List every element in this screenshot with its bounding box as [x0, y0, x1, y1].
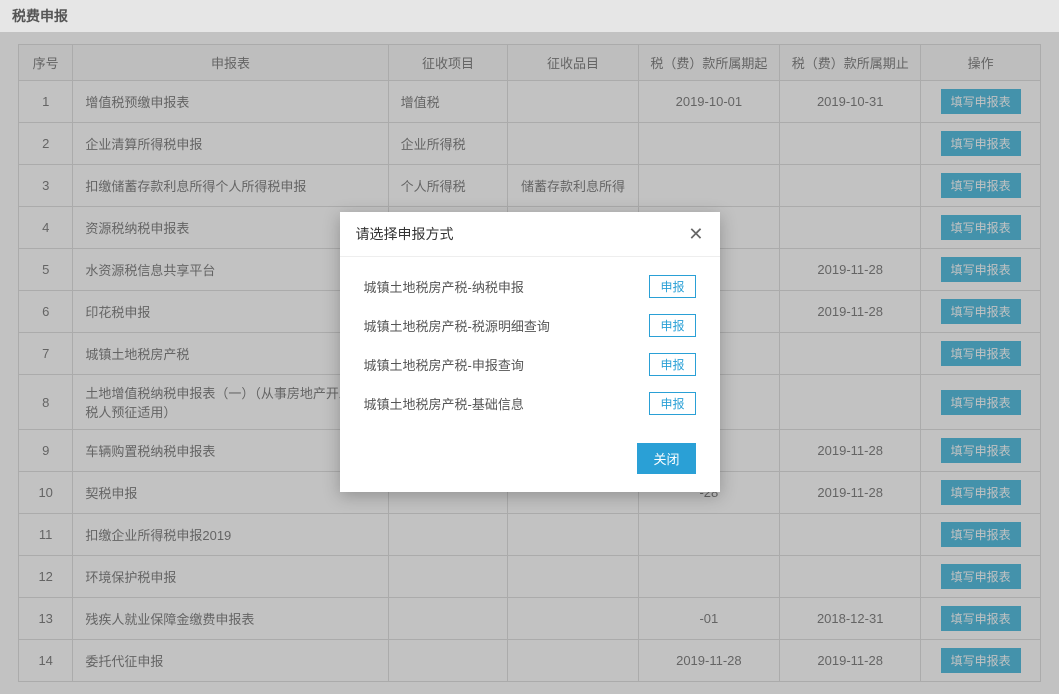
modal-option-label: 城镇土地税房产税-纳税申报: [364, 277, 524, 296]
apply-button[interactable]: 申报: [649, 392, 695, 415]
modal-option-label: 城镇土地税房产税-申报查询: [364, 355, 524, 374]
content-area: 序号 申报表 征收项目 征收品目 税（费）款所属期起 税（费）款所属期止 操作 …: [0, 32, 1059, 694]
modal-option-row: 城镇土地税房产税-税源明细查询 申报: [364, 314, 696, 337]
modal-option-row: 城镇土地税房产税-纳税申报 申报: [364, 275, 696, 298]
apply-button[interactable]: 申报: [649, 275, 695, 298]
modal-close-button[interactable]: 关闭: [637, 443, 695, 474]
modal-header: 请选择申报方式 ✕: [340, 212, 720, 257]
apply-button[interactable]: 申报: [649, 314, 695, 337]
close-icon[interactable]: ✕: [688, 225, 703, 243]
modal-option-row: 城镇土地税房产税-申报查询 申报: [364, 353, 696, 376]
modal-overlay: 请选择申报方式 ✕ 城镇土地税房产税-纳税申报申报城镇土地税房产税-税源明细查询…: [0, 32, 1059, 694]
modal-body: 城镇土地税房产税-纳税申报申报城镇土地税房产税-税源明细查询申报城镇土地税房产税…: [340, 257, 720, 437]
modal-option-row: 城镇土地税房产税-基础信息 申报: [364, 392, 696, 415]
apply-button[interactable]: 申报: [649, 353, 695, 376]
modal-footer: 关闭: [340, 437, 720, 492]
modal-title: 请选择申报方式: [356, 224, 454, 244]
modal-dialog: 请选择申报方式 ✕ 城镇土地税房产税-纳税申报申报城镇土地税房产税-税源明细查询…: [340, 212, 720, 492]
page-title: 税费申报: [0, 0, 1059, 32]
modal-option-label: 城镇土地税房产税-基础信息: [364, 394, 524, 413]
modal-option-label: 城镇土地税房产税-税源明细查询: [364, 316, 550, 335]
